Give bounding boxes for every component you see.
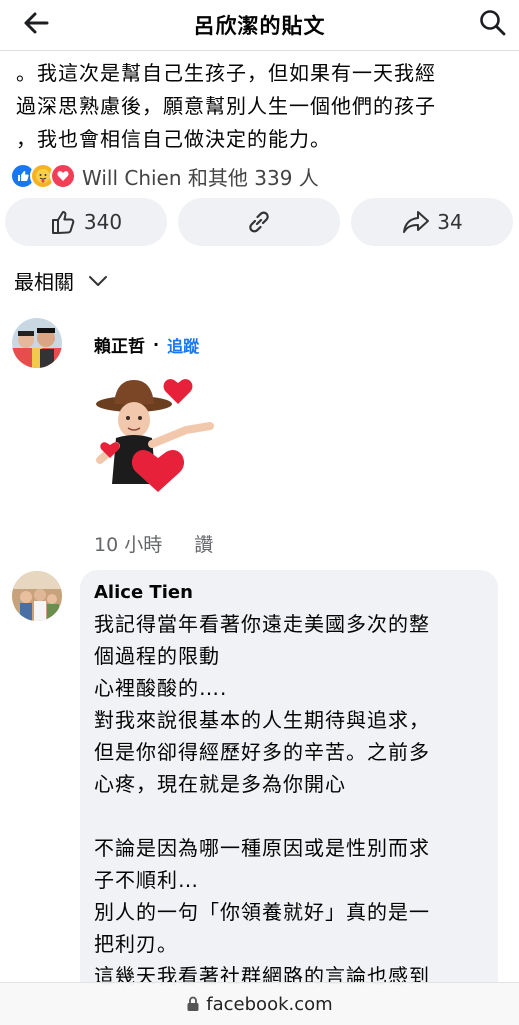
like-count: 340 — [83, 210, 123, 234]
browser-url-bar[interactable]: facebook.com — [0, 982, 519, 1025]
share-arrow-icon — [403, 211, 430, 233]
comment-sort-dropdown[interactable]: 最相關 — [14, 266, 108, 295]
comment-like-button[interactable]: 讚 — [194, 530, 213, 557]
comment-timestamp: 10 小時 — [94, 534, 163, 556]
commenter-avatar[interactable] — [12, 318, 62, 368]
reactions-summary: Will Chien 和其他 339 人 — [82, 165, 319, 190]
chevron-down-icon — [89, 275, 107, 286]
page-title: 呂欣潔的貼文 — [193, 14, 326, 38]
comment-author[interactable]: Alice Tien — [94, 582, 193, 603]
link-icon — [249, 211, 269, 233]
search-button[interactable] — [476, 6, 510, 40]
follow-button[interactable]: 追蹤 — [167, 333, 199, 357]
avatar-sticker — [86, 374, 226, 504]
comment-author[interactable]: 賴正哲 — [94, 332, 145, 357]
thumbs-up-icon — [51, 211, 75, 234]
search-icon — [480, 10, 506, 36]
comment-text: 我記得當年看著你遠走美國多次的整 個過程的限動 心裡酸酸的…. 對我來說很基本的… — [94, 612, 430, 988]
comment-header: 賴正哲 · 追蹤 — [94, 332, 199, 357]
top-bar: 呂欣潔的貼文 — [0, 0, 519, 51]
like-button[interactable]: 340 — [5, 198, 167, 246]
post-body-text: 。我這次是幫自己生孩子，但如果有一天我經 過深思熟慮後，願意幫別人生一個他們的孩… — [16, 61, 436, 151]
share-count: 34 — [437, 210, 463, 234]
sort-label: 最相關 — [14, 270, 74, 294]
url-text: facebook.com — [206, 993, 333, 1015]
love-reaction-icon — [50, 163, 76, 189]
lock-icon — [187, 996, 199, 1011]
copy-link-button[interactable] — [178, 198, 340, 246]
separator-dot: · — [153, 335, 160, 354]
comment-meta: 10 小時 讚 — [94, 530, 213, 557]
commenter-avatar[interactable] — [12, 571, 62, 621]
reactions-row[interactable]: Will Chien 和其他 339 人 — [10, 161, 319, 191]
share-button[interactable]: 34 — [351, 198, 513, 246]
